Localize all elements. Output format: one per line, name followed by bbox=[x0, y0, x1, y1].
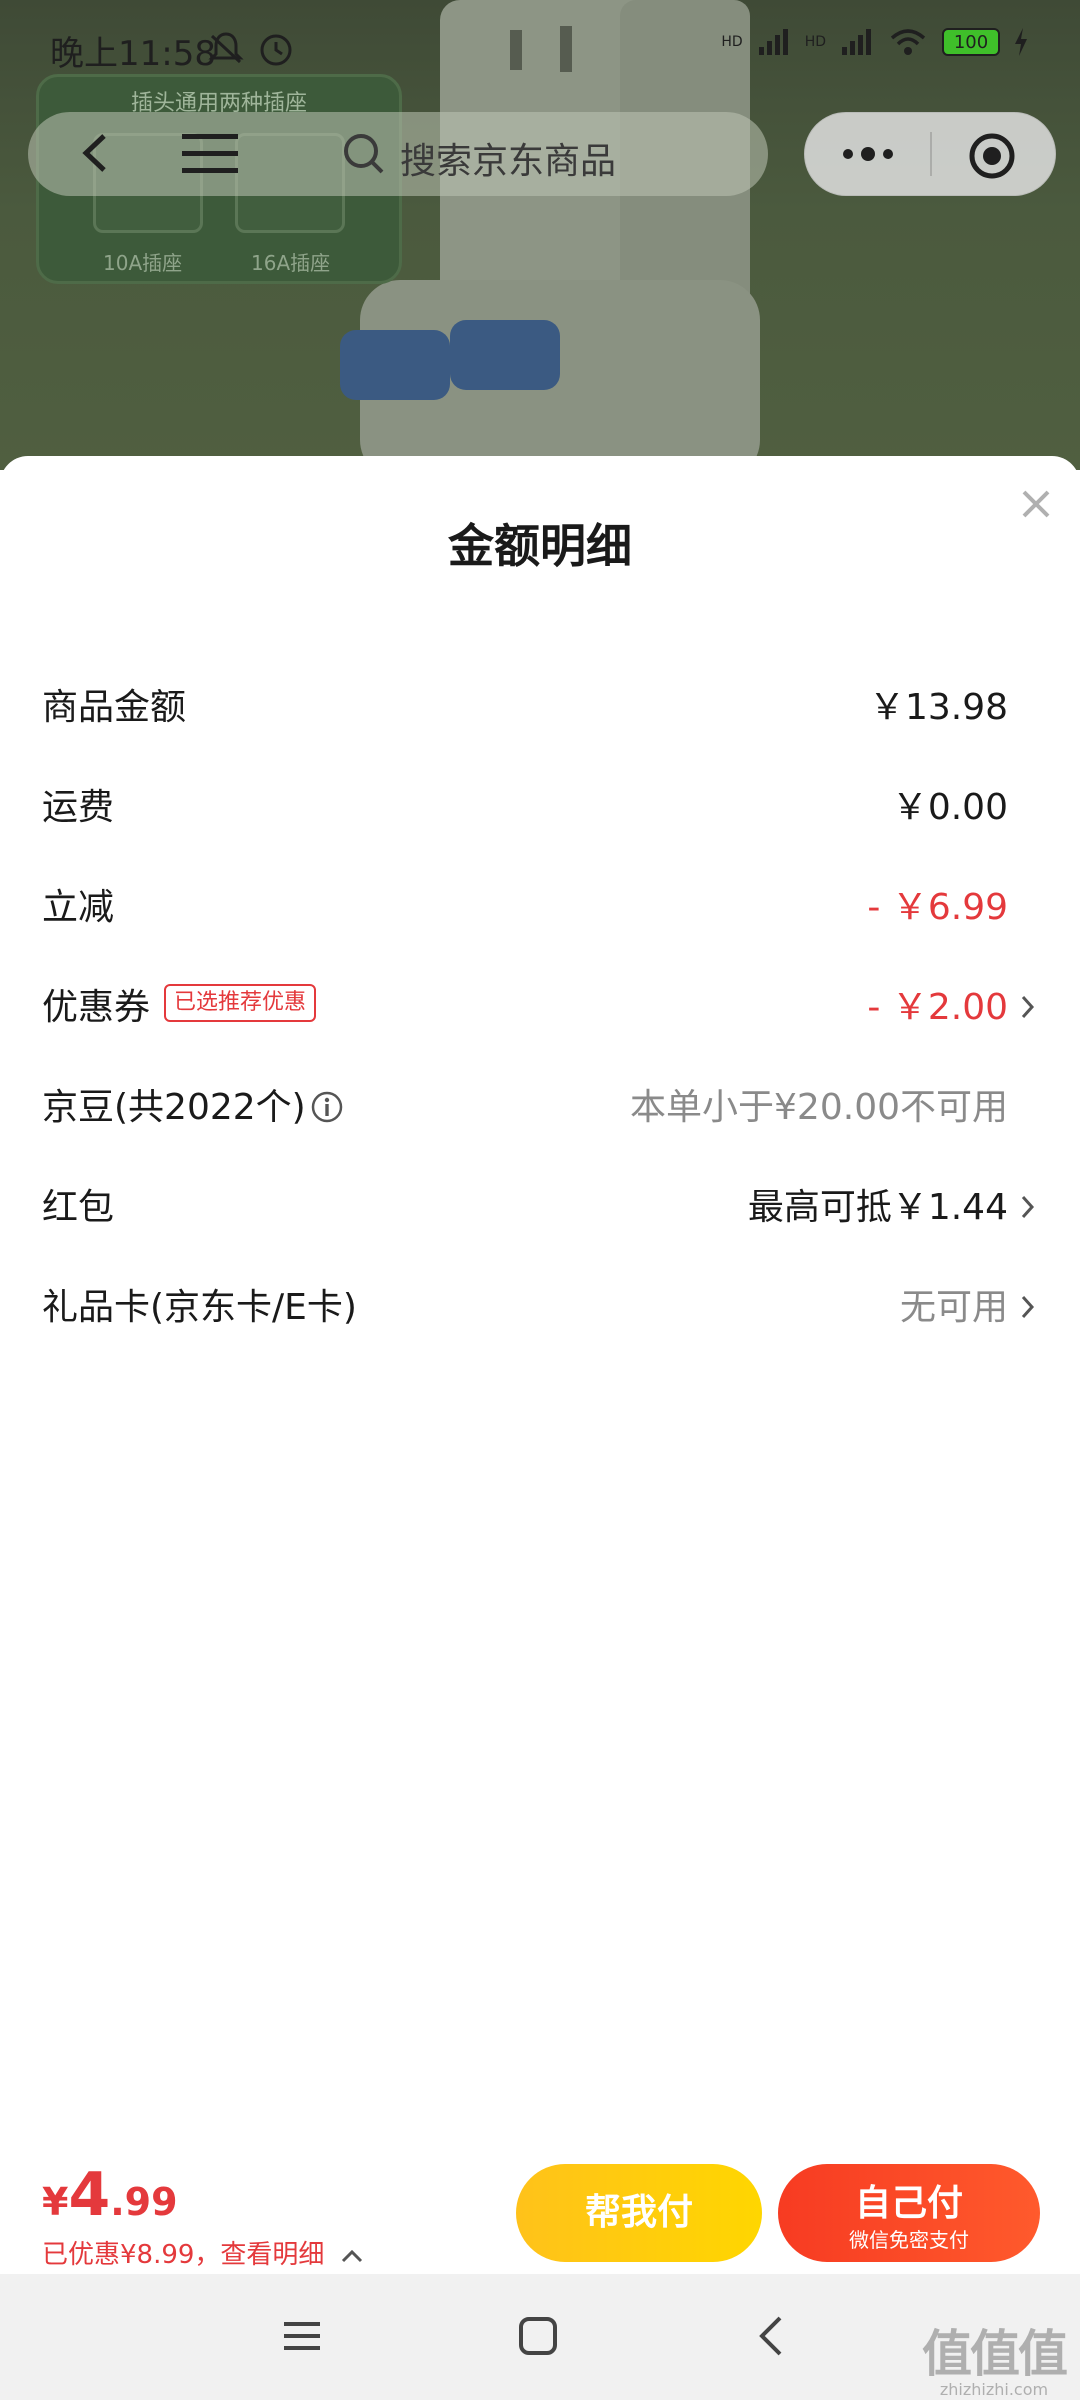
chevron-right-icon bbox=[1021, 1195, 1035, 1219]
help-pay-button[interactable]: 帮我付 bbox=[516, 2164, 762, 2262]
row-label: 京豆(共2022个) bbox=[42, 1087, 306, 1128]
discount-detail-text: 已优惠¥8.99，查看明细 bbox=[42, 2240, 325, 2270]
bell-muted-icon bbox=[208, 32, 244, 64]
chevron-up-icon bbox=[341, 2249, 362, 2263]
hd-label-1: HD bbox=[721, 34, 743, 50]
wifi-icon bbox=[890, 29, 926, 55]
search-icon bbox=[344, 134, 384, 174]
row-value: ￥0.00 bbox=[891, 787, 1008, 828]
row-goods-amount: 商品金额 ￥13.98 bbox=[0, 656, 1080, 746]
chevron-right-icon bbox=[1021, 1295, 1035, 1319]
row-coupon[interactable]: 优惠券 已选推荐优惠 - ￥2.00 bbox=[0, 956, 1080, 1046]
watermark: 值值值 zhizhizhi.com bbox=[922, 2314, 1068, 2399]
row-label: 礼品卡(京东卡/E卡) bbox=[42, 1287, 357, 1328]
pay-total: ¥4.99 bbox=[42, 2160, 178, 2230]
home-icon[interactable] bbox=[516, 2314, 560, 2358]
payment-bar: ¥4.99 已优惠¥8.99，查看明细 帮我付 自己付 微信免密支付 bbox=[0, 2150, 1080, 2274]
watermark-url: zhizhizhi.com bbox=[939, 2380, 1049, 2399]
system-nav-bar: 值值值 zhizhizhi.com bbox=[0, 2274, 1080, 2400]
row-shipping: 运费 ￥0.00 bbox=[0, 756, 1080, 846]
row-value: 最高可抵￥1.44 bbox=[747, 1187, 1008, 1228]
self-pay-label: 自己付 bbox=[854, 2183, 963, 2224]
product-background: 插头通用两种插座 10A插座 16A插座 晚上11:58 HD HD 100 搜… bbox=[0, 0, 1080, 470]
row-instant-discount: 立减 - ￥6.99 bbox=[0, 856, 1080, 946]
more-dots-icon[interactable] bbox=[838, 140, 898, 168]
row-label: 立减 bbox=[42, 887, 115, 928]
coupon-badge: 已选推荐优惠 bbox=[164, 984, 317, 1022]
row-label: 优惠券 bbox=[42, 987, 151, 1028]
recents-menu-icon[interactable] bbox=[280, 2314, 324, 2358]
row-value: ￥13.98 bbox=[868, 687, 1008, 728]
row-value: 无可用 bbox=[899, 1287, 1008, 1328]
row-label: 商品金额 bbox=[42, 687, 187, 728]
signal-icon-2 bbox=[842, 29, 871, 55]
chevron-right-icon bbox=[1021, 995, 1035, 1019]
socket-16a-label: 16A插座 bbox=[251, 251, 331, 275]
amount-detail-sheet: 金额明细 商品金额 ￥13.98 运费 ￥0.00 立减 - ￥6.99 优惠券… bbox=[0, 456, 1080, 2400]
signal-icon bbox=[758, 29, 788, 55]
socket-10a-label: 10A插座 bbox=[103, 251, 183, 275]
row-jd-beans: 京豆(共2022个) 本单小于¥20.00不可用 bbox=[0, 1056, 1080, 1146]
row-value: - ￥6.99 bbox=[867, 887, 1008, 928]
battery-icon: 100 bbox=[942, 28, 1000, 56]
view-detail-link[interactable]: 已优惠¥8.99，查看明细 bbox=[42, 2234, 363, 2271]
back-arrow-icon[interactable] bbox=[72, 128, 122, 178]
status-time: 晚上11:58 bbox=[50, 34, 216, 74]
info-icon[interactable] bbox=[310, 1090, 344, 1124]
watermark-text: 值值值 bbox=[922, 2325, 1068, 2383]
miniapp-close-icon[interactable] bbox=[966, 130, 1018, 182]
self-pay-sublabel: 微信免密支付 bbox=[849, 2228, 969, 2252]
pay-currency: ¥ bbox=[42, 2180, 69, 2224]
alarm-icon bbox=[260, 34, 292, 66]
row-gift-card[interactable]: 礼品卡(京东卡/E卡) 无可用 bbox=[0, 1256, 1080, 1346]
capsule-divider bbox=[930, 132, 932, 176]
self-pay-button[interactable]: 自己付 微信免密支付 bbox=[778, 2164, 1040, 2262]
row-label: 运费 bbox=[42, 787, 115, 828]
nav-search-bar[interactable] bbox=[28, 112, 768, 196]
sheet-title: 金额明细 bbox=[448, 519, 632, 573]
hd-label-2: HD bbox=[804, 34, 826, 50]
row-value: 本单小于¥20.00不可用 bbox=[630, 1087, 1008, 1128]
back-icon[interactable] bbox=[750, 2314, 794, 2358]
pay-total-int: 4 bbox=[68, 2160, 111, 2230]
close-icon[interactable] bbox=[1016, 484, 1056, 524]
row-value: - ￥2.00 bbox=[867, 987, 1008, 1028]
status-bar: 晚上11:58 HD HD 100 bbox=[0, 0, 1080, 96]
pay-total-dec: .99 bbox=[110, 2180, 178, 2224]
row-red-packet[interactable]: 红包 最高可抵￥1.44 bbox=[0, 1156, 1080, 1246]
battery-level: 100 bbox=[953, 32, 989, 53]
status-indicators: HD HD 100 bbox=[721, 26, 1028, 58]
search-input[interactable]: 搜索京东商品 bbox=[400, 132, 616, 184]
menu-icon[interactable] bbox=[180, 132, 240, 176]
charging-icon bbox=[1015, 28, 1027, 56]
row-label: 红包 bbox=[42, 1187, 115, 1228]
